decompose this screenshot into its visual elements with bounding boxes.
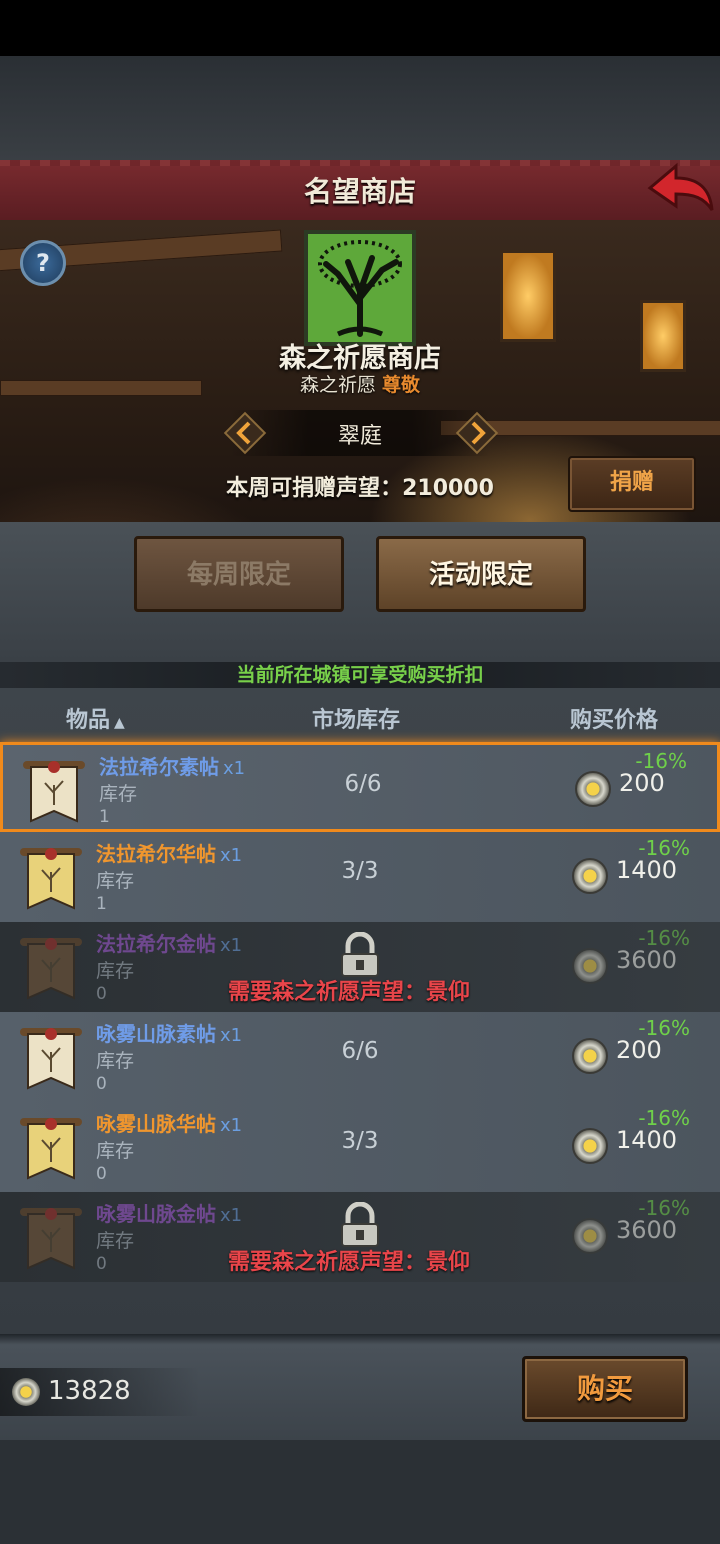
footer	[0, 1440, 720, 1544]
weekly-donate-reputation: 本周可捐赠声望：210000	[226, 476, 494, 501]
stock-count: 1	[99, 807, 110, 827]
item-name: 咏雾山脉金帖 x1	[96, 1202, 243, 1226]
town-name: 翠庭	[337, 424, 382, 449]
column-header-item[interactable]: 物品 ▲	[66, 702, 125, 734]
discount-badge: -16%	[638, 1196, 690, 1220]
item-row[interactable]: 法拉希尔金帖 x1 库存 0 需要森之祈愿声望：景仰 3600 -16%	[0, 922, 720, 1012]
item-name: 法拉希尔素帖 x1	[99, 755, 246, 779]
item-name: 法拉希尔金帖 x1	[96, 932, 243, 956]
requirement-text: 需要森之祈愿声望：景仰	[228, 1250, 471, 1275]
item-quantity: x1	[220, 1115, 243, 1136]
column-header-market-stock: 市场库存	[312, 708, 401, 733]
lock-icon	[338, 931, 382, 978]
stock-count: 0	[96, 984, 107, 1004]
stock-count: 1	[96, 894, 107, 914]
item-quantity: x1	[223, 758, 246, 779]
coin-icon	[572, 1128, 608, 1164]
background-top	[0, 56, 720, 160]
stock-label: 库存	[96, 1230, 135, 1252]
item-quantity: x1	[220, 935, 243, 956]
stock-label: 库存	[99, 783, 138, 805]
column-header-price: 购买价格	[570, 708, 659, 733]
item-price: 200	[616, 1036, 662, 1064]
item-quantity: x1	[220, 845, 243, 866]
stock-count: 0	[96, 1254, 107, 1274]
tab-event-limited[interactable]: 活动限定	[376, 536, 586, 612]
lantern-icon	[500, 250, 556, 342]
item-price: 200	[619, 769, 665, 797]
item-name: 咏雾山脉华帖 x1	[96, 1112, 243, 1136]
item-row[interactable]: 咏雾山脉金帖 x1 库存 0 需要森之祈愿声望：景仰 3600 -16%	[0, 1192, 720, 1282]
next-town-button[interactable]	[454, 410, 500, 456]
scroll-banner-icon	[18, 842, 84, 914]
tab-weekly-limited[interactable]: 每周限定	[134, 536, 344, 612]
buy-button[interactable]: 购买	[522, 1356, 688, 1422]
item-price: 3600	[616, 946, 678, 974]
item-quantity: x1	[220, 1025, 243, 1046]
donate-button[interactable]: 捐赠	[568, 456, 696, 512]
scroll-banner-icon	[18, 1022, 84, 1094]
market-stock: 3/3	[341, 858, 379, 884]
discount-badge: -16%	[638, 926, 690, 950]
faction-name: 森之祈愿	[299, 374, 376, 396]
discount-badge: -16%	[638, 1106, 690, 1130]
stock-label: 库存	[96, 1050, 135, 1072]
page-title: 名望商店	[303, 175, 416, 208]
lock-icon	[338, 1201, 382, 1248]
item-price: 1400	[616, 856, 678, 884]
tree-emblem-icon	[304, 230, 416, 346]
item-row[interactable]: 法拉希尔华帖 x1 库存 1 3/3 1400 -16%	[0, 832, 720, 922]
stock-label: 库存	[96, 960, 135, 982]
stock-label: 库存	[96, 1140, 135, 1162]
status-bar	[0, 0, 720, 56]
shop-faction-rank: 森之祈愿 尊敬	[200, 370, 520, 397]
sort-asc-icon: ▲	[114, 715, 125, 731]
scroll-banner-icon	[18, 932, 84, 1004]
help-button[interactable]: ?	[20, 240, 66, 286]
requirement-text: 需要森之祈愿声望：景仰	[228, 980, 471, 1005]
coin-icon	[12, 1378, 40, 1406]
coin-icon	[572, 858, 608, 894]
item-price: 1400	[616, 1126, 678, 1154]
scroll-banner-icon	[21, 755, 87, 827]
stock-label: 库存	[96, 870, 135, 892]
market-stock: 3/3	[341, 1128, 379, 1154]
item-row[interactable]: 咏雾山脉素帖 x1 库存 0 6/6 200 -16%	[0, 1012, 720, 1102]
discount-notice: 当前所在城镇可享受购买折扣	[0, 662, 720, 688]
discount-badge: -16%	[638, 836, 690, 860]
discount-badge: -16%	[638, 1016, 690, 1040]
lantern-icon	[640, 300, 686, 372]
coin-icon	[572, 1038, 608, 1074]
item-row[interactable]: 法拉希尔素帖 x1 库存 1 6/6 200 -16%	[0, 742, 720, 832]
market-stock: 6/6	[344, 771, 382, 797]
stock-count: 0	[96, 1074, 107, 1094]
prev-town-button[interactable]	[222, 410, 268, 456]
discount-badge: -16%	[635, 749, 687, 773]
coin-icon	[575, 771, 611, 807]
scroll-banner-icon	[18, 1112, 84, 1184]
market-stock: 6/6	[341, 1038, 379, 1064]
back-arrow-icon[interactable]	[646, 162, 714, 216]
item-row[interactable]: 咏雾山脉华帖 x1 库存 0 3/3 1400 -16%	[0, 1102, 720, 1192]
scroll-banner-icon	[18, 1202, 84, 1274]
coin-icon	[572, 1218, 608, 1254]
item-name: 咏雾山脉素帖 x1	[96, 1022, 243, 1046]
wallet-amount: 13828	[48, 1376, 131, 1406]
item-price: 3600	[616, 1216, 678, 1244]
tab-area	[0, 522, 720, 662]
stock-count: 0	[96, 1164, 107, 1184]
wood-shelf	[0, 380, 202, 396]
donate-value: 210000	[402, 476, 494, 501]
reputation-rank: 尊敬	[382, 374, 421, 396]
item-quantity: x1	[220, 1205, 243, 1226]
coin-icon	[572, 948, 608, 984]
item-name: 法拉希尔华帖 x1	[96, 842, 243, 866]
